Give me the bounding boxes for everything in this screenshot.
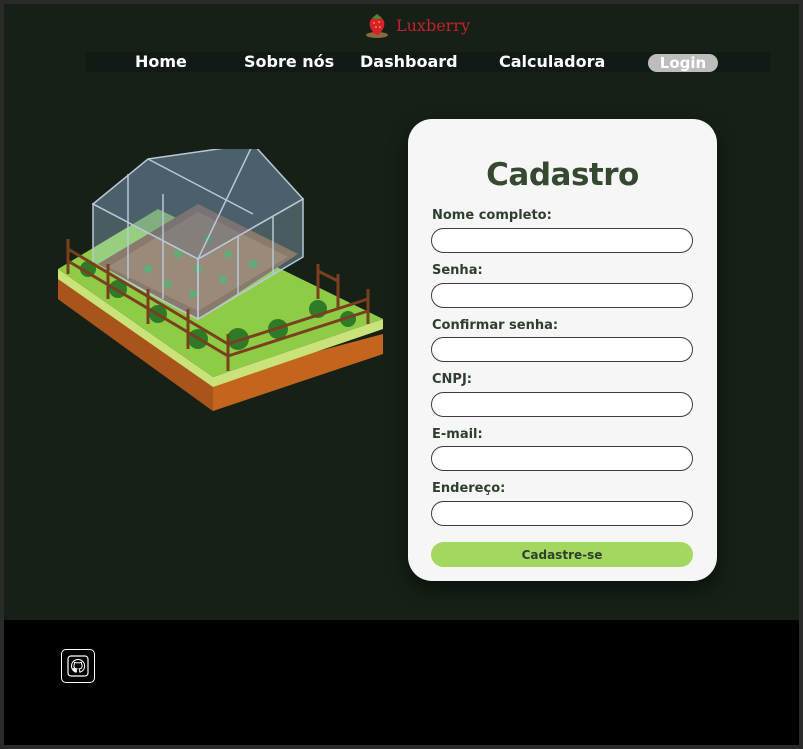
strawberry-icon <box>366 14 388 38</box>
confirm-password-label: Confirmar senha: <box>432 318 559 333</box>
nav-home[interactable]: Home <box>135 52 187 72</box>
signup-button[interactable]: Cadastre-se <box>431 542 693 567</box>
nav-dashboard[interactable]: Dashboard <box>360 52 458 72</box>
address-input[interactable] <box>431 501 693 526</box>
email-label: E-mail: <box>432 427 483 442</box>
full-name-label: Nome completo: <box>432 208 552 223</box>
github-icon <box>67 655 89 677</box>
brand-name: Luxberry <box>396 15 470 35</box>
cnpj-label: CNPJ: <box>432 372 472 387</box>
nav-calculator[interactable]: Calculadora <box>499 52 605 72</box>
nav-login-button[interactable]: Login <box>648 54 718 72</box>
password-label: Senha: <box>432 263 483 278</box>
confirm-password-input[interactable] <box>431 337 693 362</box>
footer <box>4 620 799 745</box>
address-label: Endereço: <box>432 481 506 496</box>
full-name-input[interactable] <box>431 228 693 253</box>
signup-card: Cadastro Nome completo: Senha: Confirmar… <box>408 119 717 581</box>
github-link[interactable] <box>61 649 95 683</box>
main-nav: Home Sobre nós Dashboard Calculadora Log… <box>86 52 770 72</box>
form-title: Cadastro <box>486 157 639 193</box>
cnpj-input[interactable] <box>431 392 693 417</box>
page: Luxberry Home Sobre nós Dashboard Calcul… <box>4 4 799 745</box>
email-input[interactable] <box>431 446 693 471</box>
nav-about[interactable]: Sobre nós <box>244 52 334 72</box>
brand-logo[interactable]: Luxberry <box>364 10 470 40</box>
greenhouse-illustration <box>58 149 383 411</box>
password-input[interactable] <box>431 283 693 308</box>
